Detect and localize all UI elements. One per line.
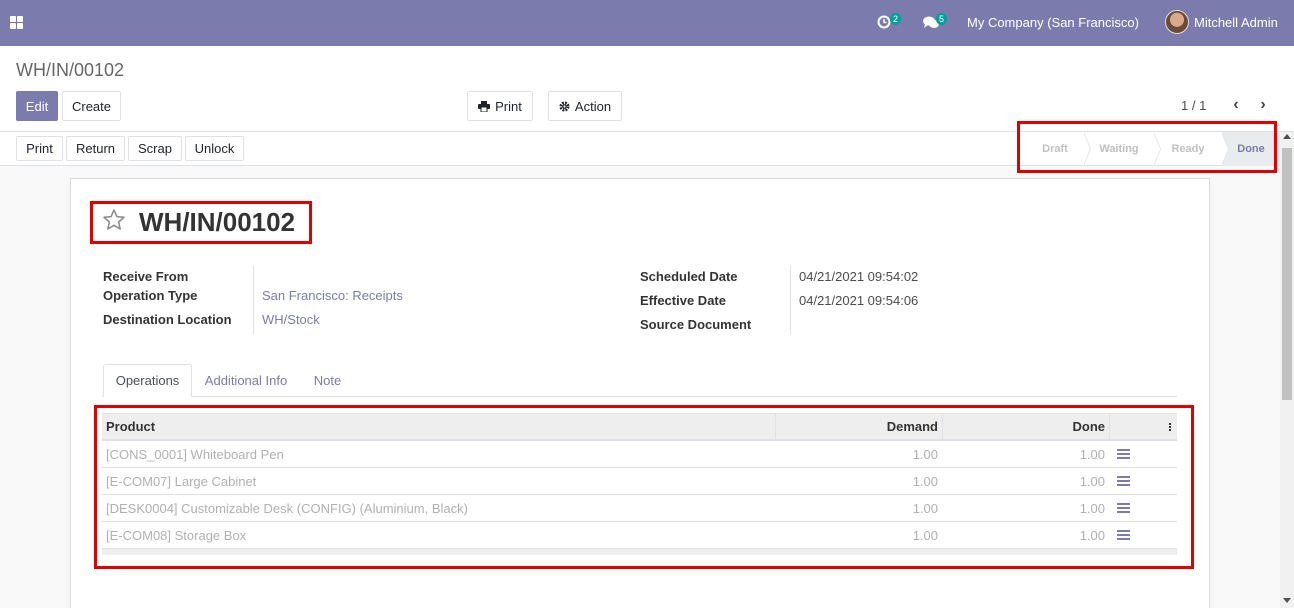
scroll-up-arrow-icon[interactable]: [1283, 134, 1291, 139]
field-label-receive-from: Receive From: [103, 269, 189, 284]
tab-additional-info[interactable]: Additional Info: [197, 364, 295, 397]
stage-done: Done: [1222, 132, 1280, 166]
done-cell: 1.00: [1079, 446, 1105, 462]
stage-pipeline: Draft Waiting Ready Done: [1026, 132, 1280, 166]
tab-operations[interactable]: Operations: [103, 364, 192, 397]
field-label-effective-date: Effective Date: [640, 293, 726, 308]
table-row[interactable]: [E-COM07] Large Cabinet 1.00 1.00: [102, 468, 1177, 495]
printer-icon: [478, 100, 491, 112]
table-header: Product Demand Done: [102, 413, 1177, 441]
breadcrumb[interactable]: WH/IN/00102: [16, 60, 124, 81]
product-cell: [DESK0004] Customizable Desk (CONFIG) (A…: [106, 500, 468, 516]
stage-ready: Ready: [1154, 132, 1229, 166]
field-label-scheduled-date: Scheduled Date: [640, 269, 738, 284]
pager-next-icon[interactable]: ›: [1255, 96, 1271, 114]
column-header-product[interactable]: Product: [102, 414, 775, 439]
statusbar: Print Return Scrap Unlock Draft Waiting …: [0, 132, 1294, 166]
field-label-source-document: Source Document: [640, 317, 752, 332]
create-button[interactable]: Create: [62, 91, 121, 121]
field-separator: [790, 266, 791, 334]
activity-clock-icon[interactable]: [877, 15, 891, 29]
return-button[interactable]: Return: [66, 136, 125, 161]
table-footer: [102, 549, 1177, 555]
star-icon[interactable]: [102, 208, 126, 232]
unlock-button[interactable]: Unlock: [185, 136, 244, 161]
table-row[interactable]: [DESK0004] Customizable Desk (CONFIG) (A…: [102, 495, 1177, 522]
edit-button[interactable]: Edit: [16, 91, 58, 121]
user-avatar[interactable]: [1165, 10, 1189, 34]
demand-cell: 1.00: [912, 527, 938, 543]
demand-cell: 1.00: [912, 500, 938, 516]
operation-type-value[interactable]: San Francisco: Receipts: [262, 288, 403, 303]
table-row[interactable]: [E-COM08] Storage Box 1.00 1.00: [102, 522, 1177, 549]
detailed-operations-icon[interactable]: [1117, 476, 1130, 486]
optional-columns-toggle[interactable]: [1109, 414, 1177, 439]
company-switcher[interactable]: My Company (San Francisco): [967, 15, 1139, 30]
destination-location-value[interactable]: WH/Stock: [262, 312, 320, 327]
record-title: WH/IN/00102: [139, 207, 296, 237]
product-cell: [E-COM08] Storage Box: [106, 527, 247, 543]
effective-date-value: 04/21/2021 09:54:06: [799, 293, 919, 308]
gear-icon: [559, 100, 570, 112]
action-label: Action: [574, 98, 612, 114]
field-label-destination-location: Destination Location: [103, 312, 232, 327]
operations-table: Product Demand Done [CONS_0001] Whiteboa…: [102, 413, 1177, 555]
column-header-done[interactable]: Done: [942, 414, 1109, 439]
scheduled-date-value: 04/21/2021 09:54:02: [799, 269, 919, 284]
pager-value[interactable]: 1 / 1: [1181, 98, 1206, 113]
product-cell: [CONS_0001] Whiteboard Pen: [106, 446, 284, 462]
scrap-button[interactable]: Scrap: [128, 136, 182, 161]
pager-previous-icon[interactable]: ‹: [1228, 96, 1244, 114]
demand-cell: 1.00: [912, 446, 938, 462]
print-dropdown-button[interactable]: Print: [467, 91, 533, 121]
done-cell: 1.00: [1079, 527, 1105, 543]
column-header-demand[interactable]: Demand: [775, 414, 942, 439]
scroll-down-arrow-icon[interactable]: [1283, 598, 1291, 603]
demand-cell: 1.00: [912, 473, 938, 489]
table-row[interactable]: [CONS_0001] Whiteboard Pen 1.00 1.00: [102, 441, 1177, 468]
detailed-operations-icon[interactable]: [1117, 449, 1130, 459]
field-separator: [253, 266, 254, 334]
detailed-operations-icon[interactable]: [1117, 503, 1130, 513]
done-cell: 1.00: [1079, 500, 1105, 516]
scrollbar-thumb[interactable]: [1282, 148, 1292, 400]
print-label: Print: [495, 98, 522, 114]
stage-waiting: Waiting: [1084, 132, 1161, 166]
tab-note[interactable]: Note: [305, 364, 350, 397]
user-menu[interactable]: Mitchell Admin: [1194, 15, 1278, 30]
print-button[interactable]: Print: [16, 136, 63, 161]
done-cell: 1.00: [1079, 473, 1105, 489]
messages-count-badge: 5: [936, 13, 948, 25]
apps-menu-icon[interactable]: [10, 16, 23, 29]
field-label-operation-type: Operation Type: [103, 288, 198, 303]
stage-draft: Draft: [1026, 132, 1091, 166]
product-cell: [E-COM07] Large Cabinet: [106, 473, 257, 489]
activity-count-badge: 2: [890, 13, 902, 25]
control-panel: WH/IN/00102 Edit Create Print Action 1 /…: [0, 46, 1294, 132]
kebab-icon: [1169, 422, 1171, 431]
action-dropdown-button[interactable]: Action: [548, 91, 622, 121]
detailed-operations-icon[interactable]: [1117, 530, 1130, 540]
